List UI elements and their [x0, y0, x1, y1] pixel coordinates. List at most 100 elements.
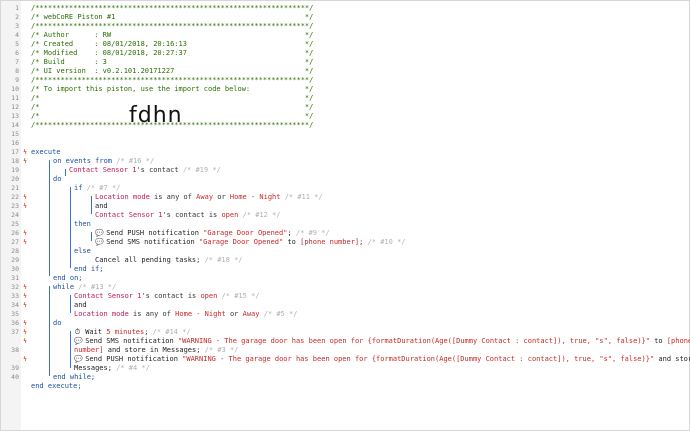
- line-number: 36: [11, 319, 19, 327]
- garage-opened-string-2: "Garage Door Opened": [198, 238, 284, 246]
- on-events-keyword: on events from: [53, 157, 113, 165]
- comment-5: /* #5 */: [263, 310, 298, 318]
- sms-warning-line[interactable]: 💬 Send SMS notification "WARNING - The g…: [74, 337, 690, 346]
- wait-line[interactable]: ⏱ Wait 5 minutes; /* #14 */: [74, 328, 191, 337]
- breakpoint-icon[interactable]: ϟ: [22, 193, 28, 202]
- breakpoint-icon[interactable]: ϟ: [22, 337, 28, 346]
- comment-3: /* #3 */: [204, 346, 239, 354]
- cancel-tasks-line[interactable]: Cancel all pending tasks; /* #18 */: [95, 256, 243, 265]
- chat-bubble-icon: 💬: [74, 355, 83, 363]
- contact-attribute-2: 's contact: [162, 211, 205, 219]
- breakpoint-icon[interactable]: ϟ: [22, 283, 28, 292]
- header-empty-1: /* */: [31, 94, 314, 102]
- end-if-keyword[interactable]: end if;: [74, 265, 104, 274]
- breakpoint-icon[interactable]: ϟ: [22, 301, 28, 310]
- end-on-keyword[interactable]: end on;: [53, 274, 83, 283]
- sms-warning-line-cont[interactable]: number] and store in Messages; /* #3 */: [74, 346, 238, 355]
- do-keyword-2[interactable]: do: [53, 319, 61, 328]
- line-number: 24: [11, 211, 19, 219]
- header-stars: /***************************************…: [31, 4, 314, 12]
- line-number: 8: [15, 67, 19, 75]
- event-trigger-line[interactable]: Contact Sensor 1's contact /* #19 */: [69, 166, 221, 175]
- while-condition-location[interactable]: Location mode is any of Home - Night or …: [74, 310, 297, 319]
- line-number: 38: [11, 346, 19, 354]
- send-push-label: Send PUSH notification: [106, 229, 199, 237]
- phone-part-1: [phone: [666, 337, 690, 345]
- device-contact-sensor: Contact Sensor 1: [69, 166, 137, 174]
- condition-location-mode[interactable]: Location mode is any of Away or Home - N…: [95, 193, 323, 202]
- breakpoint-icon[interactable]: ϟ: [22, 292, 28, 301]
- code-editor[interactable]: 1 2 3 4 5 6 7 8 9 10 11 12 13 14 15 16 17 18 19 20 21 22 23 24 2…: [0, 0, 690, 431]
- line-number: 9: [15, 76, 19, 84]
- and-operator[interactable]: and: [95, 202, 108, 211]
- line-number: 37: [11, 328, 19, 336]
- push-warning-line[interactable]: 💬 Send PUSH notification "WARNING - The …: [74, 355, 690, 364]
- breakpoint-strip[interactable]: ϟϟϟϟϟϟϟϟϟϟϟϟϟ: [21, 1, 29, 430]
- line-number: 15: [11, 130, 19, 138]
- breakpoint-icon[interactable]: ϟ: [22, 148, 28, 157]
- import-code[interactable]: fdhn: [129, 105, 183, 127]
- while-keyword: while: [53, 283, 75, 291]
- wait-label: Wait: [85, 328, 103, 336]
- trigger-bracket: [65, 169, 66, 176]
- comment-14: /* #14 */: [152, 328, 191, 336]
- breakpoint-icon[interactable]: ϟ: [22, 229, 28, 238]
- comment-10: /* #10 */: [367, 238, 406, 246]
- end-execute-keyword[interactable]: end execute;: [31, 382, 82, 391]
- and-operator-2[interactable]: and: [74, 301, 87, 310]
- sms-notification-line[interactable]: 💬 Send SMS notification "Garage Door Ope…: [95, 238, 406, 247]
- while-do-bracket: [70, 331, 71, 368]
- header-import-note: /* To import this piston, use the import…: [31, 85, 314, 93]
- line-number: 31: [11, 274, 19, 282]
- line-number: 35: [11, 310, 19, 318]
- line-number: 19: [11, 166, 19, 174]
- or-op: or: [217, 193, 226, 201]
- then-keyword[interactable]: then: [74, 220, 91, 229]
- line-number: 6: [15, 49, 19, 57]
- value-home-night-2: Home - Night: [175, 310, 226, 318]
- breakpoint-icon[interactable]: ϟ: [22, 202, 28, 211]
- breakpoint-icon[interactable]: ϟ: [22, 355, 28, 364]
- do-keyword[interactable]: do: [53, 175, 61, 184]
- line-number: 26: [11, 229, 19, 237]
- breakpoint-icon[interactable]: ϟ: [22, 319, 28, 328]
- warning-string-2: "WARNING - The garage door has been open…: [182, 355, 655, 363]
- phone-number: [phone number]: [300, 238, 360, 246]
- push-notification-line[interactable]: 💬 Send PUSH notification "Garage Door Op…: [95, 229, 330, 238]
- while-condition-contact[interactable]: Contact Sensor 1's contact is open /* #1…: [74, 292, 259, 301]
- device-contact-sensor-2: Contact Sensor 1: [95, 211, 163, 219]
- or-op-2: or: [229, 310, 239, 318]
- while-bracket: [49, 286, 50, 376]
- end-while-keyword[interactable]: end while;: [53, 373, 95, 382]
- line-number: 34: [11, 301, 19, 309]
- header-stars-3: /***************************************…: [31, 76, 314, 84]
- push-warning-line-cont[interactable]: Messages; /* #4 */: [74, 364, 150, 373]
- execute-keyword[interactable]: execute: [31, 148, 61, 157]
- comment-11: /* #11 */: [284, 193, 323, 201]
- else-keyword[interactable]: else: [74, 247, 91, 256]
- comment-16: /* #16 */: [116, 157, 155, 165]
- line-number: 4: [15, 31, 19, 39]
- line-number: 25: [11, 220, 19, 228]
- line-number: 18: [11, 157, 19, 165]
- is-op: is: [208, 211, 218, 219]
- while-line[interactable]: while /* #13 */: [53, 283, 116, 292]
- condition-contact-open[interactable]: Contact Sensor 1's contact is open /* #1…: [95, 211, 280, 220]
- value-away: Away: [196, 193, 214, 201]
- comment-9: /* #9 */: [295, 229, 330, 237]
- line-number: 39: [11, 364, 19, 372]
- value-open: open: [221, 211, 239, 219]
- line-number: 20: [11, 175, 19, 183]
- line-number: 2: [15, 13, 19, 21]
- line-number: 22: [11, 193, 19, 201]
- phone-part-2: number]: [74, 346, 104, 354]
- breakpoint-icon[interactable]: ϟ: [22, 328, 28, 337]
- on-events-line[interactable]: on events from /* #16 */: [53, 157, 154, 166]
- if-line[interactable]: if /* #7 */: [74, 184, 120, 193]
- store-in-label: and store in: [658, 355, 690, 363]
- on-events-bracket: [49, 160, 50, 276]
- value-open-2: open: [200, 292, 218, 300]
- breakpoint-icon[interactable]: ϟ: [22, 157, 28, 166]
- header-modified: /* Modified : 08/01/2018, 20:27:37 */: [31, 49, 314, 57]
- breakpoint-icon[interactable]: ϟ: [22, 238, 28, 247]
